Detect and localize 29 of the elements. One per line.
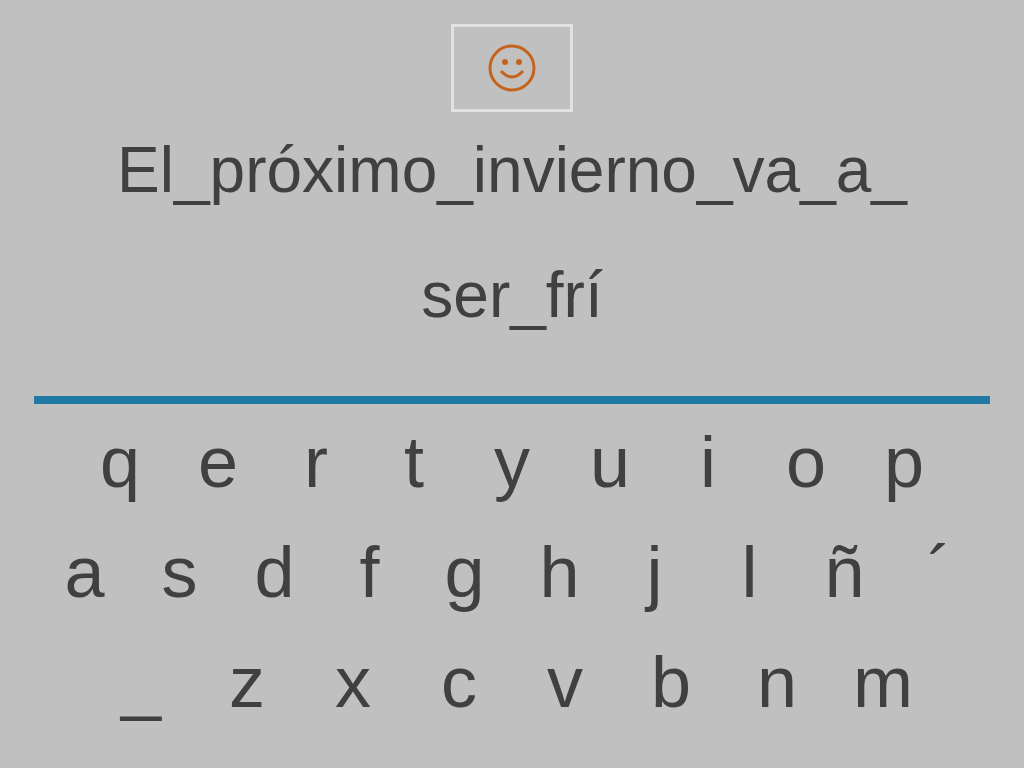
smiley-button[interactable] [451, 24, 573, 112]
letter-key[interactable]: f [322, 532, 417, 612]
letter-key[interactable]: m [830, 642, 936, 722]
letter-key[interactable]: v [512, 642, 618, 722]
letter-key[interactable]: h [512, 532, 607, 612]
letter-key[interactable]: n [724, 642, 830, 722]
letter-key[interactable]: o [757, 422, 855, 502]
letter-key[interactable]: ñ [797, 532, 892, 612]
letter-key[interactable]: d [227, 532, 322, 612]
letter-key[interactable]: e [169, 422, 267, 502]
letter-key[interactable]: x [300, 642, 406, 722]
letter-key[interactable]: i [659, 422, 757, 502]
letter-key[interactable]: y [463, 422, 561, 502]
letter-key[interactable]: ´ [892, 532, 987, 612]
letter-key[interactable]: s [132, 532, 227, 612]
letter-key[interactable]: j [607, 532, 702, 612]
letter-key[interactable]: b [618, 642, 724, 722]
letter-key[interactable]: q [71, 422, 169, 502]
letter-key[interactable]: z [194, 642, 300, 722]
smiley-icon [487, 43, 537, 93]
letter-key[interactable]: t [365, 422, 463, 502]
letter-key[interactable]: c [406, 642, 512, 722]
letter-key[interactable]: r [267, 422, 365, 502]
letter-key[interactable]: g [417, 532, 512, 612]
letter-key[interactable]: u [561, 422, 659, 502]
letter-key[interactable]: l [702, 532, 797, 612]
letter-key[interactable]: p [855, 422, 953, 502]
letter-key[interactable]: _ [88, 642, 194, 722]
letter-key[interactable]: a [37, 532, 132, 612]
